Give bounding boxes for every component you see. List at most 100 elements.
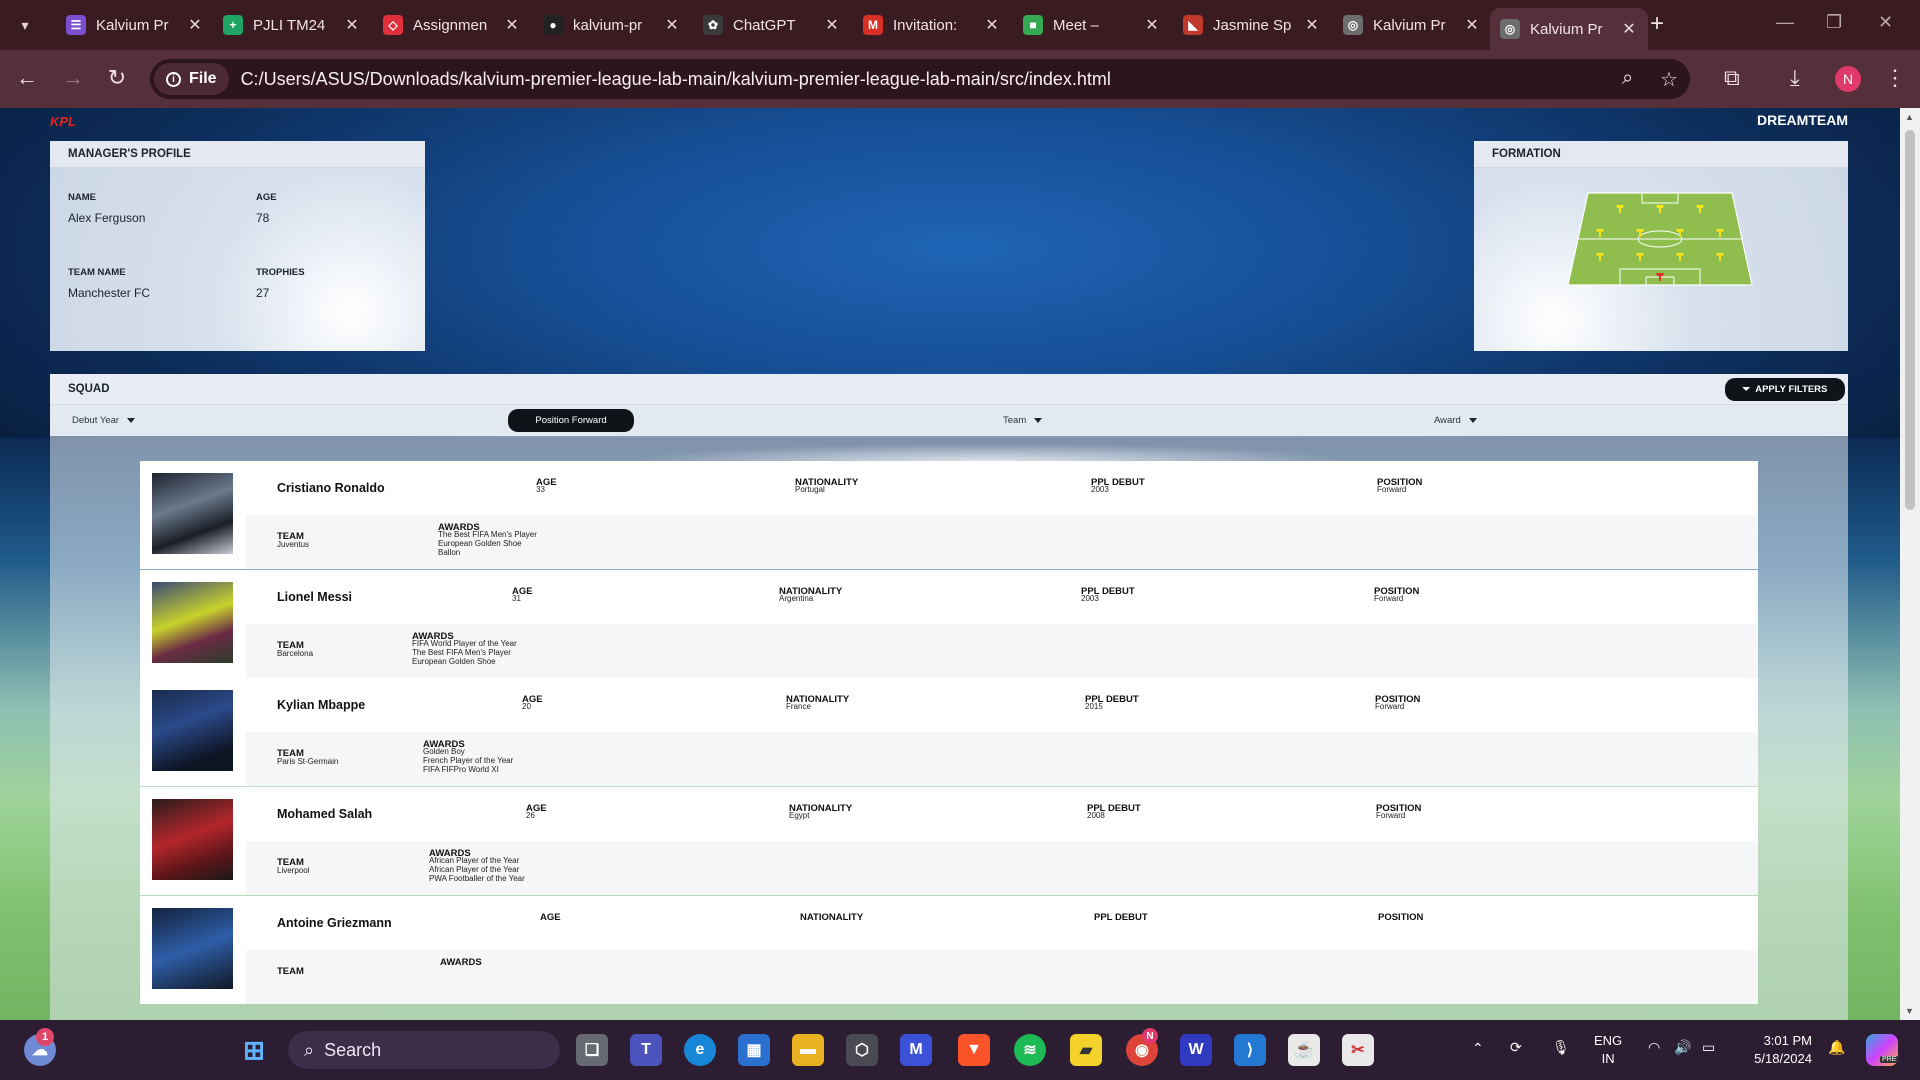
scroll-down-arrow[interactable]: ▼	[1905, 1006, 1914, 1016]
apply-filters-button[interactable]: ⏷ APPLY FILTERS	[1725, 378, 1845, 401]
app-m-icon[interactable]: M	[900, 1034, 932, 1066]
minimize-button[interactable]: —	[1776, 12, 1794, 33]
player-photo	[152, 690, 233, 771]
close-tab-icon[interactable]: ✕	[663, 15, 681, 35]
page-scrollbar[interactable]: ▲ ▼	[1900, 108, 1920, 1020]
close-tab-icon[interactable]: ✕	[343, 15, 361, 35]
browser-tab-bar: ▾ ☰ Kalvium Pr ✕ + PJLI TM24 ✕ ◇ Assignmen ✕ ● kal…	[0, 0, 1920, 50]
scrollbar-thumb[interactable]	[1905, 130, 1915, 510]
downloads-icon[interactable]: ⤓	[1790, 65, 1800, 91]
browser-tab[interactable]: + PJLI TM24 ✕	[213, 8, 371, 42]
kpl-logo: KPL	[50, 114, 76, 129]
team-label: TEAM	[277, 966, 304, 977]
browser-tab[interactable]: ■ Meet – ✕	[1013, 8, 1171, 42]
globe-icon: ◎	[1343, 15, 1363, 35]
battery-icon[interactable]: ▭	[1702, 1039, 1715, 1056]
snipping-tool-icon[interactable]: ✂	[1342, 1034, 1374, 1066]
close-tab-icon[interactable]: ✕	[823, 15, 841, 35]
java-icon[interactable]: ☕	[1288, 1034, 1320, 1066]
close-tab-icon[interactable]: ✕	[1303, 15, 1321, 35]
player-team: Barcelona	[277, 649, 314, 658]
browser-tab[interactable]: ◇ Assignmen ✕	[373, 8, 531, 42]
close-tab-icon[interactable]: ✕	[1620, 19, 1638, 39]
player-details: TEAM Barcelona AWARDS FIFA World Player of …	[246, 624, 1758, 678]
browser-tab[interactable]: M Invitation: ✕	[853, 8, 1011, 42]
bookmark-star-icon[interactable]: ☆	[1660, 67, 1678, 92]
team-filter[interactable]: Team	[1003, 415, 1043, 426]
close-tab-icon[interactable]: ✕	[983, 15, 1001, 35]
close-window-button[interactable]: ✕	[1878, 12, 1893, 33]
player-card[interactable]: Kylian Mbappe AGE 20 NATIONALITY France PPL D…	[140, 678, 1758, 786]
edge-icon[interactable]: e	[684, 1034, 716, 1066]
file-explorer-icon[interactable]: ▬	[792, 1034, 824, 1066]
player-card[interactable]: Cristiano Ronaldo AGE 33 NATIONALITY Portuga…	[140, 461, 1758, 569]
store-icon[interactable]: ▦	[738, 1034, 770, 1066]
back-button[interactable]: ←	[12, 65, 42, 91]
browser-tab[interactable]: ● kalvium-pr ✕	[533, 8, 691, 42]
manager-age-label: AGE	[256, 192, 277, 203]
search-label: Search	[324, 1039, 382, 1060]
chevron-down-icon	[1468, 417, 1477, 423]
award-filter[interactable]: Award	[1434, 415, 1477, 426]
forward-button[interactable]: →	[58, 65, 88, 91]
close-tab-icon[interactable]: ✕	[503, 15, 521, 35]
browser-tab[interactable]: ✿ ChatGPT ✕	[693, 8, 851, 42]
omnibox[interactable]: i File C:/Users/ASUS/Downloads/kalvium-p…	[150, 59, 1690, 99]
webex-icon[interactable]: W	[1180, 1034, 1212, 1066]
new-tab-button[interactable]: +	[1650, 12, 1664, 36]
browser-tab[interactable]: ◎ Kalvium Pr ✕	[1333, 8, 1491, 42]
chevron-up-icon[interactable]: ⌃	[1472, 1040, 1484, 1057]
language-code: ENG	[1594, 1033, 1623, 1048]
wifi-icon[interactable]: ◠	[1648, 1039, 1660, 1056]
assignment-icon: ◇	[383, 15, 403, 35]
github-icon: ●	[543, 15, 563, 35]
squad-header: SQUAD ⏷ APPLY FILTERS	[50, 374, 1848, 404]
sticky-notes-icon[interactable]: ▰	[1070, 1034, 1102, 1066]
player-card[interactable]: Mohamed Salah AGE 26 NATIONALITY Egypt PPL DE…	[140, 787, 1758, 895]
volume-icon[interactable]: 🔊	[1674, 1039, 1691, 1056]
tab-search-button[interactable]: ▾	[10, 10, 40, 40]
browser-tab[interactable]: ◎ Kalvium Pr ✕	[1490, 8, 1648, 50]
browser-tab[interactable]: ◣ Jasmine Sp ✕	[1173, 8, 1331, 42]
app-hexagon-icon[interactable]: ⬡	[846, 1034, 878, 1066]
scroll-up-arrow[interactable]: ▲	[1905, 112, 1914, 122]
team-filter-label: Team	[1003, 415, 1027, 426]
language-indicator[interactable]: ENG IN	[1594, 1032, 1622, 1068]
debut-year-filter[interactable]: Debut Year	[72, 415, 136, 426]
player-details: TEAM Liverpool AWARDS African Player of the…	[246, 841, 1758, 895]
player-card[interactable]: Antoine Griezmann AGE NATIONALITY PPL DEBUT…	[140, 896, 1758, 1004]
meet-icon: ■	[1023, 15, 1043, 35]
reload-button[interactable]: ↻	[102, 65, 132, 91]
spotify-icon[interactable]: ≋	[1014, 1034, 1046, 1066]
player-award: European Golden Shoe	[412, 657, 496, 666]
zoom-icon[interactable]: ⌕	[1622, 67, 1633, 90]
microphone-icon[interactable]: 🎙	[1552, 1039, 1570, 1056]
player-nationality: Argentina	[779, 594, 814, 603]
dreamteam-brand: DREAMTEAM	[1757, 112, 1848, 128]
start-windows-icon[interactable]: ⊞	[238, 1034, 270, 1066]
close-tab-icon[interactable]: ✕	[1463, 15, 1481, 35]
browser-tab[interactable]: ☰ Kalvium Pr ✕	[56, 8, 214, 42]
brave-icon[interactable]: ▼	[958, 1034, 990, 1066]
extensions-icon[interactable]: ⧉	[1724, 65, 1740, 91]
menu-kebab-icon[interactable]: ⋮	[1884, 65, 1906, 91]
close-tab-icon[interactable]: ✕	[1143, 15, 1161, 35]
player-card[interactable]: Lionel Messi AGE 31 NATIONALITY Argentina PPL…	[140, 570, 1758, 678]
notification-bell-icon[interactable]: 🔔	[1828, 1039, 1845, 1056]
player-nationality: Egypt	[789, 811, 810, 820]
close-tab-icon[interactable]: ✕	[186, 15, 204, 35]
notification-badge: 1	[36, 1028, 54, 1046]
sheets-icon: +	[223, 15, 243, 35]
sync-icon[interactable]: ⟳	[1510, 1039, 1522, 1056]
profile-avatar[interactable]: N	[1835, 66, 1861, 92]
taskbar-search[interactable]: ⌕ Search	[288, 1031, 560, 1069]
restore-button[interactable]: ❐	[1826, 12, 1842, 33]
clock[interactable]: 3:01 PM 5/18/2024	[1744, 1032, 1812, 1068]
task-view-icon[interactable]: ❏	[576, 1034, 608, 1066]
site-info-chip[interactable]: i File	[154, 63, 229, 95]
teams-icon[interactable]: T	[630, 1034, 662, 1066]
player-award: Ballon	[438, 548, 461, 557]
position-filter[interactable]: Position Forward	[508, 409, 634, 432]
vscode-icon[interactable]: ⟩	[1234, 1034, 1266, 1066]
url-text[interactable]: C:/Users/ASUS/Downloads/kalvium-premier-…	[241, 69, 1111, 90]
